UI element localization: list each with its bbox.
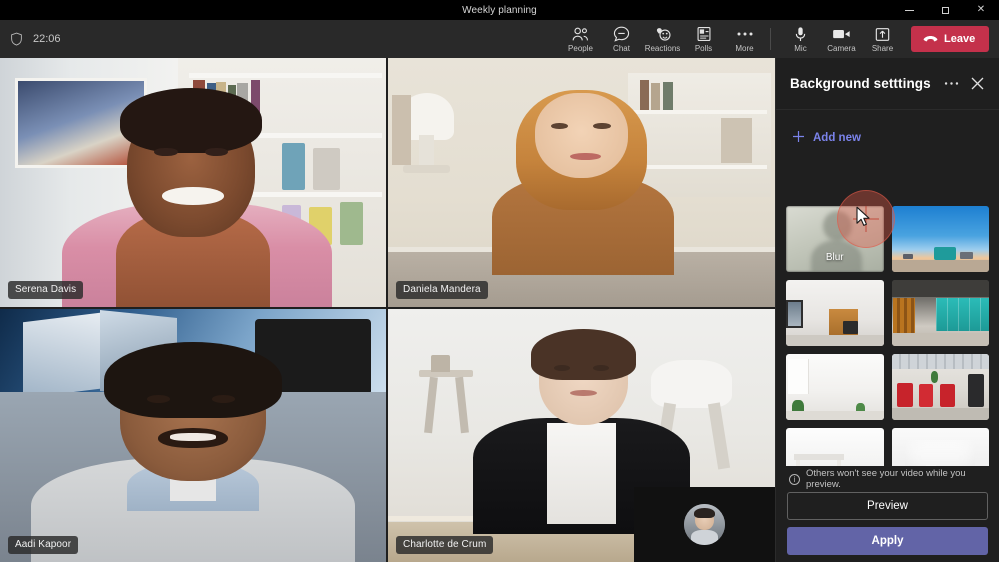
- background-settings-panel: Background setttings Add new Blur i Othe…: [775, 58, 999, 562]
- reactions-icon: [654, 26, 672, 43]
- video-feed: [0, 58, 386, 307]
- video-feed: [388, 58, 775, 307]
- panel-header-actions: [939, 72, 989, 96]
- window-title: Weekly planning: [462, 4, 537, 16]
- video-feed: [0, 309, 386, 562]
- reactions-button[interactable]: Reactions: [642, 20, 683, 58]
- people-button[interactable]: People: [560, 20, 601, 58]
- participant-nameplate: Serena Davis: [8, 281, 84, 299]
- toolbar-divider: [770, 28, 771, 50]
- chat-button[interactable]: Chat: [601, 20, 642, 58]
- polls-label: Polls: [694, 43, 713, 53]
- meeting-toolbar: 22:06 People Chat Reactions Polls More M…: [0, 20, 999, 58]
- chat-icon: [613, 26, 630, 43]
- background-thumb-bg-beach-sky[interactable]: [891, 206, 989, 272]
- blur-label: Blur: [825, 252, 844, 263]
- preview-note: i Others won't see your video while you …: [787, 466, 988, 492]
- video-stage: Serena Davis Daniela Mandera Aadi Kapoor…: [0, 58, 775, 562]
- close-icon[interactable]: ✕: [963, 0, 999, 20]
- toolbar-left: 22:06: [0, 32, 61, 46]
- leave-label: Leave: [944, 33, 976, 45]
- leave-button[interactable]: Leave: [911, 26, 989, 52]
- background-thumb-bg-white-kitchen[interactable]: [786, 428, 884, 466]
- title-bar: Weekly planning ✕: [0, 0, 999, 20]
- polls-icon: [696, 26, 712, 43]
- avatar: [684, 504, 725, 545]
- people-label: People: [568, 43, 593, 53]
- self-view-tile[interactable]: [634, 487, 775, 562]
- chat-label: Chat: [613, 43, 630, 53]
- polls-button[interactable]: Polls: [683, 20, 724, 58]
- toolbar-right-buttons: Mic Camera Share Leave: [780, 20, 999, 58]
- more-options-icon[interactable]: [939, 72, 963, 96]
- share-icon: [875, 26, 890, 43]
- reactions-label: Reactions: [644, 43, 681, 53]
- hangup-icon: [923, 35, 938, 41]
- background-thumb-bg-red-lounge[interactable]: [891, 354, 989, 420]
- close-icon[interactable]: [965, 72, 989, 96]
- meeting-timer: 22:06: [33, 33, 61, 45]
- background-thumb-bg-office-teal[interactable]: [891, 280, 989, 346]
- apply-button[interactable]: Apply: [787, 527, 988, 555]
- background-thumb-bg-white-room[interactable]: [786, 280, 884, 346]
- add-new-button[interactable]: Add new: [776, 120, 999, 156]
- panel-footer: i Others won't see your video while you …: [776, 466, 999, 562]
- camera-label: Camera: [827, 43, 856, 53]
- more-button[interactable]: More: [724, 20, 765, 58]
- video-tile-serena-davis[interactable]: Serena Davis: [0, 58, 386, 307]
- people-icon: [571, 26, 590, 43]
- more-label: More: [735, 43, 754, 53]
- plus-icon: [792, 130, 805, 146]
- mic-label: Mic: [794, 43, 807, 53]
- panel-header: Background setttings: [776, 58, 999, 110]
- preview-button[interactable]: Preview: [787, 492, 988, 520]
- preview-note-text: Others won't see your video while you pr…: [806, 468, 966, 490]
- video-tile-daniela-mandera[interactable]: Daniela Mandera: [388, 58, 775, 307]
- participant-nameplate: Aadi Kapoor: [8, 536, 79, 554]
- video-tile-aadi-kapoor[interactable]: Aadi Kapoor: [0, 309, 386, 562]
- panel-title: Background setttings: [790, 76, 931, 91]
- window-controls: ✕: [891, 0, 999, 20]
- more-icon: [736, 26, 754, 43]
- background-thumb-none-blur[interactable]: Blur: [786, 206, 884, 272]
- camera-button[interactable]: Camera: [821, 20, 862, 58]
- info-icon: i: [789, 473, 800, 485]
- share-button[interactable]: Share: [862, 20, 903, 58]
- shield-icon: [11, 32, 22, 46]
- share-label: Share: [871, 43, 894, 53]
- mic-button[interactable]: Mic: [780, 20, 821, 58]
- background-thumbnail-grid: Blur: [776, 206, 999, 466]
- microphone-icon: [794, 26, 807, 43]
- toolbar-center-buttons: People Chat Reactions Polls More: [560, 20, 765, 58]
- minimize-icon[interactable]: [891, 0, 927, 20]
- participant-nameplate: Charlotte de Crum: [396, 536, 494, 554]
- teams-meeting-window: Weekly planning ✕ 22:06 People Chat Reac…: [0, 0, 999, 562]
- background-thumb-bg-plant-corner[interactable]: [786, 354, 884, 420]
- maximize-icon[interactable]: [927, 0, 963, 20]
- background-thumb-bg-white-studio[interactable]: [891, 428, 989, 466]
- add-new-label: Add new: [813, 132, 861, 144]
- participant-nameplate: Daniela Mandera: [396, 281, 488, 299]
- camera-icon: [832, 26, 851, 43]
